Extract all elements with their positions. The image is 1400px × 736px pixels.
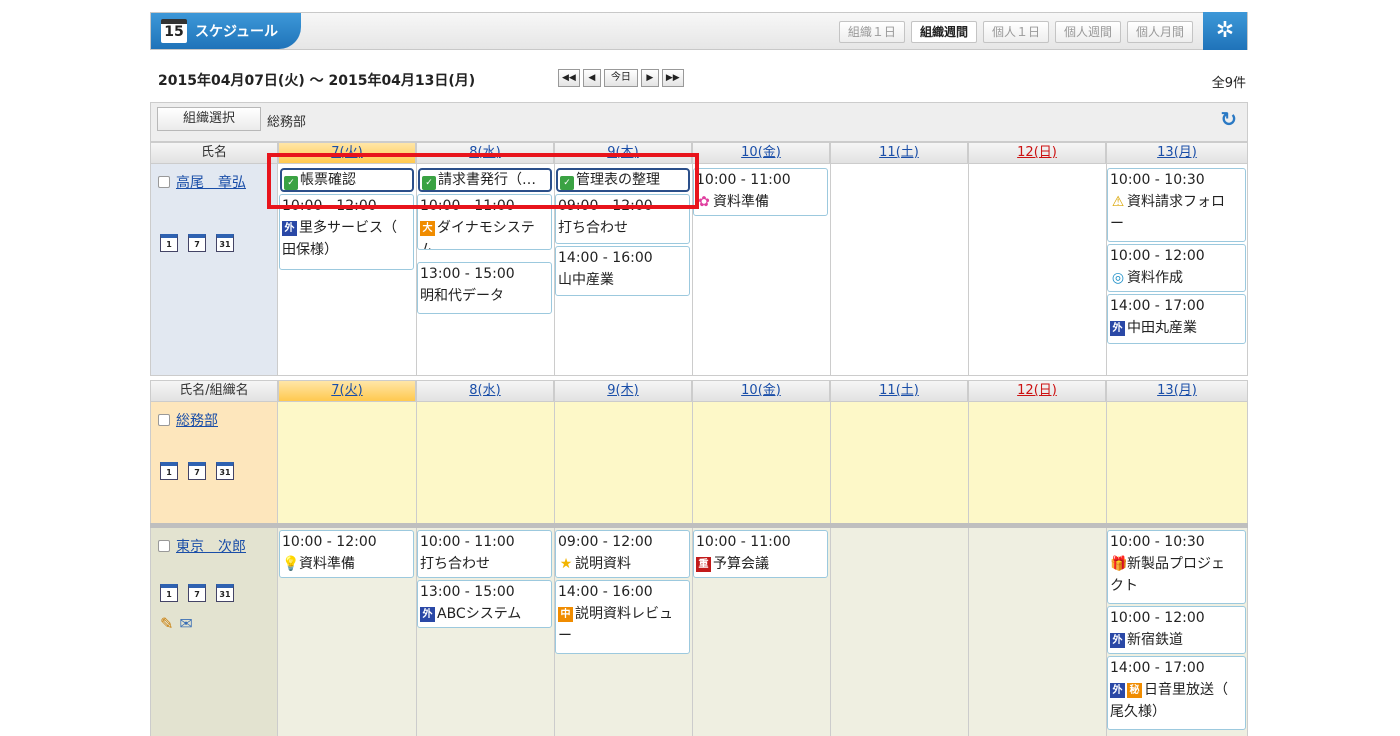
- lightbulb-icon: 💡: [282, 556, 300, 572]
- org-checkbox[interactable]: [158, 414, 170, 426]
- day-header-12[interactable]: 12(日): [968, 142, 1106, 164]
- person-name-jiro[interactable]: 東京 次郎: [158, 536, 246, 556]
- day-header-10[interactable]: 10(金): [692, 142, 830, 164]
- large-deal-icon: 大: [420, 221, 435, 236]
- view-shortcut-icons: 1 7 31: [160, 462, 234, 480]
- schedule-event[interactable]: 14:00 - 16:00 中説明資料レビュ ー: [555, 580, 690, 654]
- next-week-button[interactable]: ▶▶: [661, 69, 684, 87]
- org-soumu: 総務部 1 7 31: [150, 402, 278, 526]
- warning-icon: ⚠: [1111, 194, 1125, 210]
- secret-tag-icon: 秘: [1127, 683, 1142, 698]
- gift-icon: 🎁: [1110, 556, 1128, 572]
- next-day-button[interactable]: ▶: [640, 69, 659, 87]
- schedule-event[interactable]: 10:00 - 11:00 打ち合わせ: [417, 530, 552, 578]
- view-shortcut-icons: 1 7 31: [160, 584, 234, 602]
- highlight-box: [267, 153, 699, 209]
- day-header-13[interactable]: 13(月): [1106, 380, 1248, 402]
- person-checkbox[interactable]: [158, 540, 170, 552]
- person-jiro: 東京 次郎 1 7 31 ✎ ✉: [150, 528, 278, 736]
- prev-week-button[interactable]: ◀◀: [558, 69, 580, 87]
- name-column-header: 氏名: [150, 142, 278, 164]
- week-view-icon[interactable]: 7: [188, 234, 206, 252]
- day-header-9[interactable]: 9(木): [554, 380, 692, 402]
- day-header-11[interactable]: 11(土): [830, 380, 968, 402]
- action-icons: ✎ ✉: [160, 614, 193, 633]
- view-personal-day-button[interactable]: 個人１日: [982, 21, 1049, 43]
- schedule-event[interactable]: 10:00 - 10:30 ⚠ 資料請求フォロ ー: [1107, 168, 1246, 242]
- view-org-week-button[interactable]: 組織週間: [910, 21, 977, 43]
- star-icon: ★: [559, 556, 573, 572]
- middle-deal-icon: 中: [558, 607, 573, 622]
- day-header-10[interactable]: 10(金): [692, 380, 830, 402]
- spiral-icon: ◎: [1111, 270, 1125, 286]
- org-name: 総務部: [267, 115, 307, 130]
- day-header-12[interactable]: 12(日): [968, 380, 1106, 402]
- mail-icon[interactable]: ✉: [179, 614, 192, 633]
- schedule-event[interactable]: 14:00 - 17:00 外秘日音里放送（ 尾久様）: [1107, 656, 1246, 730]
- schedule-event[interactable]: 09:00 - 12:00 ★ 説明資料: [555, 530, 690, 578]
- month-view-icon[interactable]: 31: [216, 234, 234, 252]
- schedule-event[interactable]: 10:00 - 12:00 ◎ 資料作成: [1107, 244, 1246, 292]
- week-view-icon[interactable]: 7: [188, 462, 206, 480]
- month-view-icon[interactable]: 31: [216, 584, 234, 602]
- week-view-icon[interactable]: 7: [188, 584, 206, 602]
- schedule-event[interactable]: 10:00 - 11:00 重予算会議: [693, 530, 828, 578]
- schedule-event[interactable]: 14:00 - 17:00 外中田丸産業: [1107, 294, 1246, 344]
- outside-tag-icon: 外: [1110, 683, 1125, 698]
- org-select-button[interactable]: 組織選択: [157, 107, 261, 131]
- schedule-event[interactable]: 14:00 - 16:00 山中産業: [555, 246, 690, 296]
- person-name-takao[interactable]: 高尾 章弘: [158, 172, 246, 192]
- date-bar: 2015年04月07日(火) ～ 2015年04月13日(月) ◀◀ ◀ 今日 …: [150, 66, 1248, 92]
- day-view-icon[interactable]: 1: [160, 234, 178, 252]
- day-view-icon[interactable]: 1: [160, 584, 178, 602]
- org-bar: 組織選択 総務部 ↻: [150, 102, 1248, 142]
- outside-tag-icon: 外: [1110, 321, 1125, 336]
- schedule-event[interactable]: 13:00 - 15:00 明和代データ: [417, 262, 552, 314]
- date-navigation: ◀◀ ◀ 今日 ▶ ▶▶: [558, 69, 684, 87]
- date-range: 2015年04月07日(火) ～ 2015年04月13日(月): [158, 73, 476, 89]
- day-header-7[interactable]: 7(火): [278, 380, 416, 402]
- day-header-11[interactable]: 11(土): [830, 142, 968, 164]
- outside-tag-icon: 外: [1110, 633, 1125, 648]
- week-row-org: [278, 402, 1248, 526]
- refresh-icon[interactable]: ↻: [1220, 107, 1237, 131]
- today-button[interactable]: 今日: [603, 69, 638, 87]
- outside-tag-icon: 外: [282, 221, 297, 236]
- month-view-icon[interactable]: 31: [216, 462, 234, 480]
- day-view-icon[interactable]: 1: [160, 462, 178, 480]
- view-org-day-button[interactable]: 組織１日: [838, 21, 905, 43]
- app-title: スケジュール: [195, 24, 279, 40]
- view-switcher: 組織１日 組織週間 個人１日 個人週間 個人月間: [838, 21, 1193, 43]
- day-header-8[interactable]: 8(水): [416, 380, 554, 402]
- calendar-icon: 15: [161, 19, 187, 43]
- schedule-event[interactable]: 10:00 - 11:00 ✿ 資料準備: [693, 168, 828, 216]
- day-header-13[interactable]: 13(月): [1106, 142, 1248, 164]
- view-personal-month-button[interactable]: 個人月間: [1126, 21, 1193, 43]
- gear-icon[interactable]: ✲: [1203, 12, 1247, 50]
- view-personal-week-button[interactable]: 個人週間: [1054, 21, 1121, 43]
- view-shortcut-icons: 1 7 31: [160, 234, 234, 252]
- schedule-event[interactable]: 10:00 - 10:30 🎁新製品プロジェ クト: [1107, 530, 1246, 604]
- app-title-tab: 15 スケジュール: [151, 13, 301, 49]
- org-name-link[interactable]: 総務部: [158, 410, 218, 430]
- total-count: 全9件: [1211, 76, 1246, 91]
- schedule-event[interactable]: 13:00 - 15:00 外 ABCシステム: [417, 580, 552, 628]
- prev-day-button[interactable]: ◀: [582, 69, 601, 87]
- important-tag-icon: 重: [696, 557, 711, 572]
- schedule-event[interactable]: 10:00 - 12:00 外新宿鉄道: [1107, 606, 1246, 654]
- outside-tag-icon: 外: [420, 607, 435, 622]
- person-checkbox[interactable]: [158, 176, 170, 188]
- person-takao: 高尾 章弘 1 7 31: [150, 164, 278, 376]
- name-org-column-header: 氏名/組織名: [150, 380, 278, 402]
- schedule-event[interactable]: 10:00 - 12:00 💡資料準備: [279, 530, 414, 578]
- schedule-app: 15 スケジュール 組織１日 組織週間 個人１日 個人週間 個人月間 ✲ 201…: [150, 12, 1250, 736]
- edit-icon[interactable]: ✎: [160, 614, 173, 633]
- title-bar: 15 スケジュール 組織１日 組織週間 個人１日 個人週間 個人月間 ✲: [150, 12, 1248, 50]
